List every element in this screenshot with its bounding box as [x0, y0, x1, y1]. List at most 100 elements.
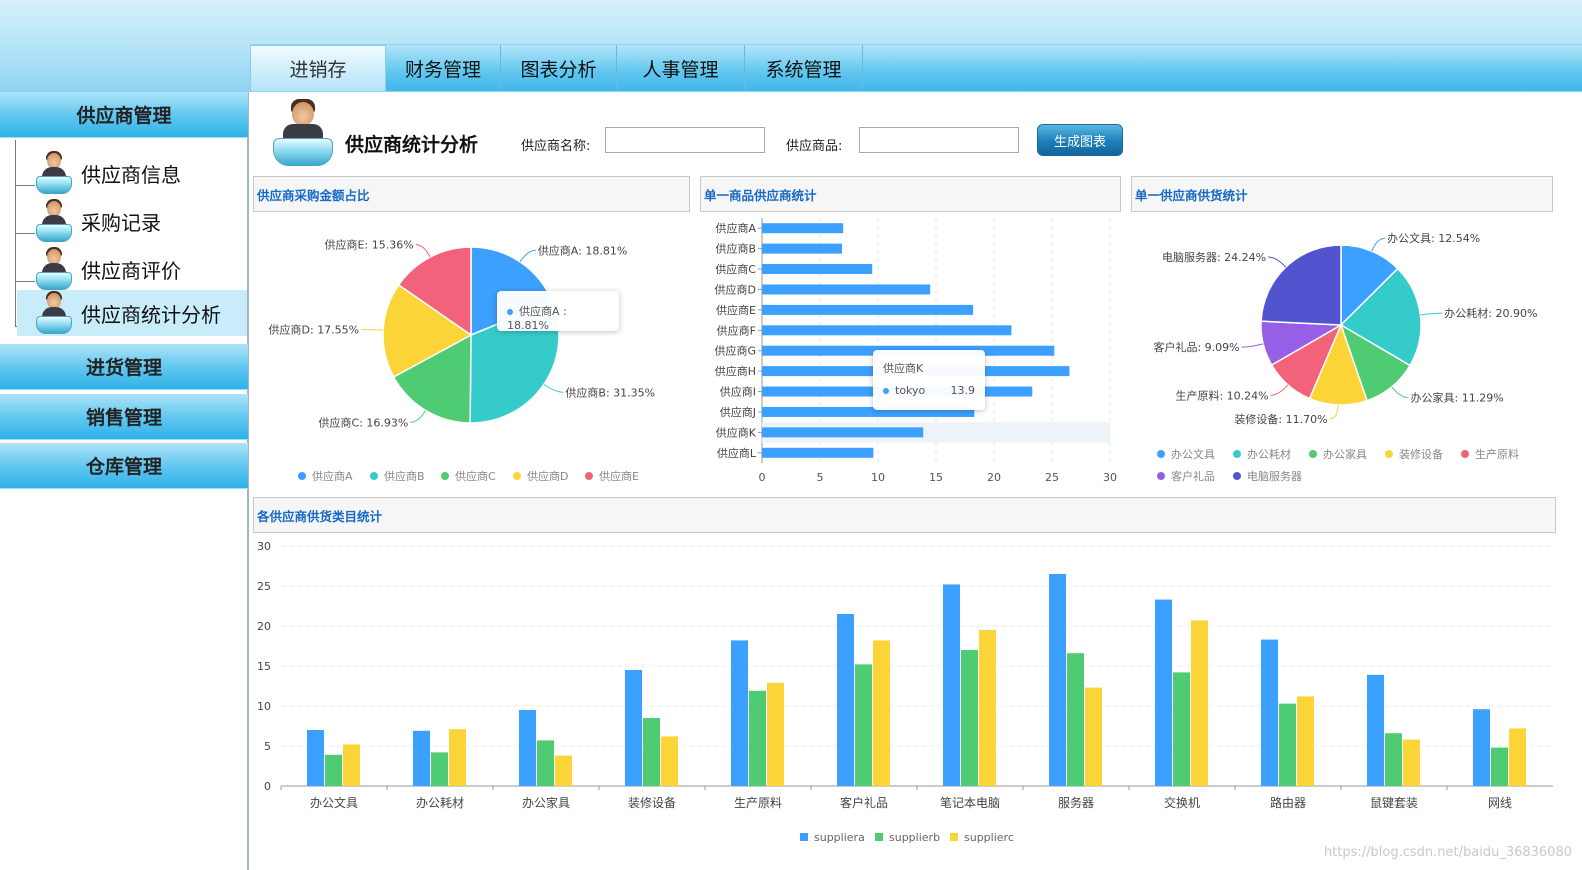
- user-icon: [271, 98, 335, 168]
- y-tick-label: 供应商C: [715, 262, 756, 276]
- single-supplier-pie-chart: 办公文具: 12.54% 办公耗材: 20.90% 办公家具: 11.29% 装修设备…: [1153, 231, 1537, 483]
- pie1-tooltip: 供应商A : 18.81%: [497, 291, 619, 332]
- pie-label: 办公家具: 11.29%: [1411, 391, 1504, 405]
- tooltip-value: 13.9: [950, 384, 976, 397]
- legend-marker: [950, 833, 958, 841]
- x-tick-label: 鼠键套装: [1370, 796, 1418, 810]
- legend-marker: [875, 833, 883, 841]
- bar: [1473, 709, 1490, 786]
- legend-label: 供应商C: [455, 469, 496, 483]
- tooltip-text: 供应商A : 18.81%: [507, 305, 567, 332]
- bar: [1155, 599, 1172, 786]
- bar: [837, 614, 854, 786]
- nav-tab-charts[interactable]: 图表分析: [501, 45, 617, 91]
- x-tick-label: 5: [817, 471, 824, 484]
- main-content: 供应商统计分析 供应商名称: 供应商品: 生成图表 供应商采购金额占比 单一商品…: [251, 92, 1582, 870]
- pie-label: 电脑服务器: 24.24%: [1162, 251, 1266, 264]
- grouped-panel-title: 各供应商供货类目统计: [253, 497, 1556, 533]
- pie-label-line: [1268, 256, 1287, 268]
- legend-marker: [1309, 450, 1317, 458]
- pie-label: 客户礼品: 9.09%: [1153, 340, 1239, 354]
- legend-marker: [800, 833, 808, 841]
- x-tick-label: 办公耗材: [416, 795, 464, 810]
- supplier-amount-pie-chart: 供应商A: 18.81% 供应商B: 31.35% 供应商C: 16.93% 供应商D…: [269, 238, 656, 483]
- product-input[interactable]: [859, 127, 1019, 153]
- nav-tab-hr[interactable]: 人事管理: [617, 45, 745, 91]
- tooltip-row: tokyo 13.9: [883, 384, 975, 397]
- x-tick-label: 生产原料: [734, 796, 782, 810]
- watermark: https://blog.csdn.net/baidu_36836080: [1323, 845, 1572, 860]
- bar: [767, 682, 784, 786]
- x-tick-label: 装修设备: [628, 795, 676, 810]
- tooltip-series: tokyo: [895, 384, 926, 397]
- x-tick-label: 办公文具: [310, 795, 358, 810]
- bar: [873, 640, 890, 786]
- y-tick-label: 供应商G: [714, 344, 756, 358]
- nav-tab-system[interactable]: 系统管理: [745, 45, 863, 91]
- pie-label: 生产原料: 10.24%: [1175, 388, 1268, 402]
- sidebar-item-supplier-stats[interactable]: 供应商统计分析: [17, 290, 247, 336]
- pie-label-line: [1371, 237, 1386, 252]
- bar: [762, 304, 974, 315]
- sidebar-item-supplier-rating[interactable]: 供应商评价: [17, 246, 247, 292]
- tooltip-dot: [507, 309, 513, 315]
- supplier-name-label: 供应商名称:: [521, 139, 591, 154]
- bar: [1367, 674, 1384, 786]
- bar: [643, 718, 660, 786]
- legend-label: 客户礼品: [1171, 469, 1215, 483]
- nav-tab-inventory[interactable]: 进销存: [250, 45, 386, 91]
- legend-label: 电脑服务器: [1247, 470, 1302, 483]
- bar: [762, 447, 874, 458]
- bar: [1297, 696, 1314, 786]
- nav-tab-finance[interactable]: 财务管理: [386, 45, 501, 91]
- x-tick-label: 0: [759, 471, 766, 484]
- y-tick-label: 5: [264, 740, 271, 753]
- legend-label: 办公耗材: [1247, 447, 1291, 461]
- legend-label: 办公文具: [1171, 447, 1215, 461]
- x-tick-label: 20: [987, 471, 1001, 484]
- bar: [762, 223, 844, 234]
- legend-label: supplierb: [889, 831, 940, 844]
- bar: [762, 427, 924, 438]
- bar-tooltip: 供应商K tokyo 13.9: [873, 350, 985, 410]
- sidebar-item-purchase-records[interactable]: 采购记录: [17, 198, 247, 244]
- legend-marker: [1157, 450, 1165, 458]
- bar: [537, 740, 554, 786]
- user-icon: [35, 198, 73, 244]
- legend-label: 办公家具: [1323, 447, 1367, 461]
- x-tick-label: 30: [1103, 471, 1117, 484]
- bar: [762, 284, 931, 295]
- x-tick-label: 办公家具: [522, 795, 570, 810]
- bar: [661, 736, 678, 786]
- user-icon: [35, 246, 73, 292]
- product-label: 供应商品:: [786, 139, 843, 154]
- pie1-panel-title: 供应商采购金额占比: [253, 176, 690, 212]
- main-nav: 进销存 财务管理 图表分析 人事管理 系统管理: [250, 44, 1582, 91]
- y-tick-label: 30: [257, 540, 271, 553]
- legend-marker: [1157, 472, 1165, 480]
- bar: [1509, 728, 1526, 786]
- bar: [749, 690, 766, 786]
- sidebar-group-sales[interactable]: 销售管理: [0, 394, 248, 440]
- bar: [762, 264, 873, 275]
- pie-label-line: [1329, 404, 1339, 420]
- pie2-panel-title: 单一供应商供货统计: [1131, 176, 1553, 212]
- bar: [1279, 703, 1296, 786]
- bar: [1173, 672, 1190, 786]
- sidebar-group-purchasing[interactable]: 进货管理: [0, 344, 248, 390]
- legend-marker: [441, 472, 449, 480]
- bar: [519, 710, 536, 786]
- bar: [307, 730, 324, 786]
- sidebar-group-warehouse[interactable]: 仓库管理: [0, 443, 248, 489]
- user-icon: [35, 150, 73, 196]
- sidebar-group-supplier[interactable]: 供应商管理: [0, 92, 248, 138]
- pie-label-line: [519, 249, 536, 263]
- bar: [1261, 639, 1278, 786]
- generate-chart-button[interactable]: 生成图表: [1037, 124, 1123, 156]
- y-tick-label: 供应商D: [715, 282, 756, 296]
- sidebar-item-label: 供应商评价: [81, 258, 181, 283]
- sidebar-item-supplier-info[interactable]: 供应商信息: [17, 150, 247, 196]
- bar: [943, 584, 960, 786]
- supplier-name-input[interactable]: [605, 127, 765, 153]
- y-tick-label: 20: [257, 620, 271, 633]
